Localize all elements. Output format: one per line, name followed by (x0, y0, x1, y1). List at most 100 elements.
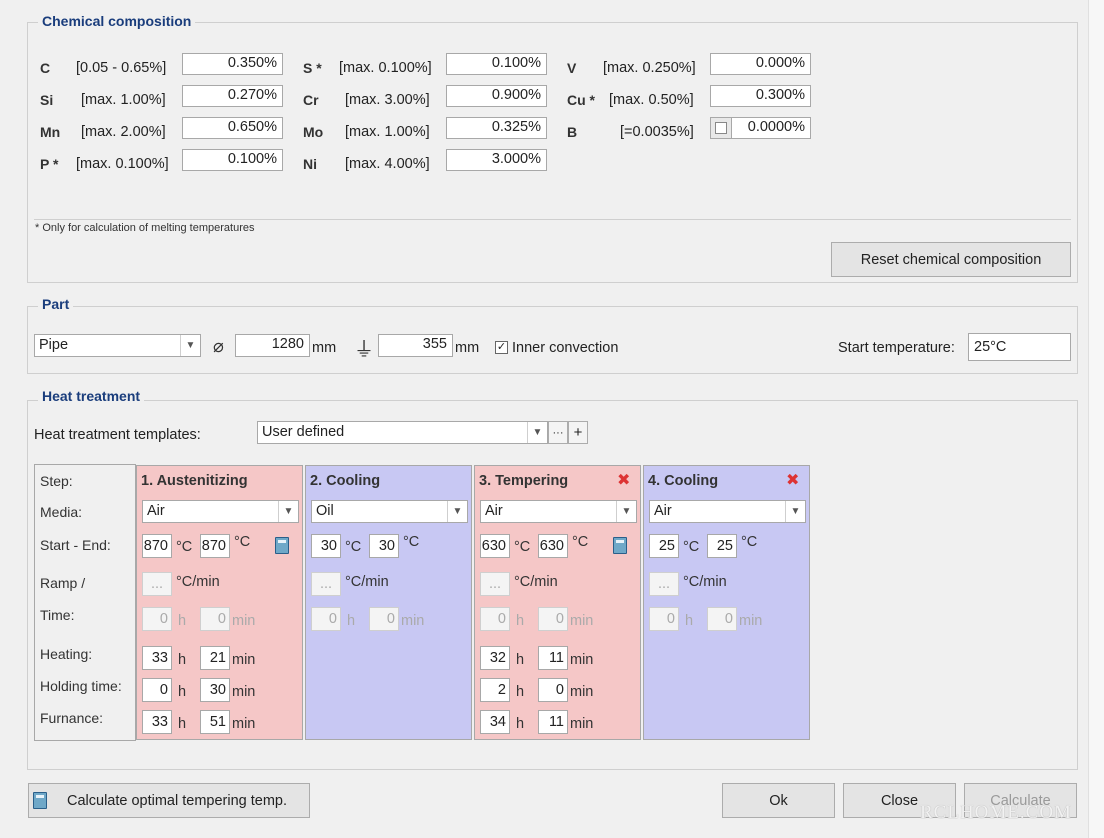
calculate-optimal-tempering-label: Calculate optimal tempering temp. (67, 792, 288, 809)
delete-step-icon[interactable]: ✖ (786, 473, 799, 489)
element-value-input[interactable]: 0.650% (182, 117, 283, 139)
element-value-input[interactable]: 3.000% (446, 149, 547, 171)
checkmark-icon: ✓ (496, 341, 507, 353)
step-holding-min-input[interactable]: 0 (538, 678, 568, 702)
diameter-input[interactable]: 1280 (235, 334, 310, 357)
element-value-input[interactable]: 0.000% (710, 53, 811, 75)
step-furnance-h: 34 (480, 710, 510, 734)
step-time-h-input[interactable]: 0 (142, 607, 172, 631)
templates-value: User defined (262, 424, 345, 440)
reset-chemical-composition-button[interactable]: Reset chemical composition (831, 242, 1071, 277)
step-furnance-h-unit: h (516, 716, 525, 732)
step-time-h-unit: h (347, 613, 356, 629)
step-start-unit: °C (345, 539, 362, 555)
heat-treatment-title: Heat treatment (38, 388, 145, 404)
start-temperature-input[interactable]: 25°C (968, 333, 1071, 361)
footnote: * Only for calculation of melting temper… (35, 222, 255, 234)
template-add-button[interactable]: + (568, 421, 588, 444)
element-value-input[interactable]: 0.900% (446, 85, 547, 107)
step-time-h-input[interactable]: 0 (480, 607, 510, 631)
step-panel-cooling-1: 2. Cooling Oil ▼ 30 °C 30 °C ... °C/min … (305, 465, 472, 740)
step-start-temp-input[interactable]: 30 (311, 534, 341, 558)
step-start-temp-input[interactable]: 630 (480, 534, 510, 558)
element-value-input[interactable]: 0.0000% (731, 117, 811, 139)
step-ramp-button[interactable]: ... (311, 572, 341, 596)
chevron-down-icon: ▼ (447, 501, 467, 522)
inner-convection-checkbox[interactable]: ✓ (495, 341, 508, 354)
step-media-value: Air (147, 503, 165, 519)
step-time-h-input[interactable]: 0 (649, 607, 679, 631)
element-range: [max. 0.250%] (603, 60, 696, 76)
step-end-temp-input[interactable]: 870 (200, 534, 230, 558)
inner-convection-label[interactable]: Inner convection (512, 340, 618, 356)
step-heating-min: 21 (200, 646, 230, 670)
checkbox-square-icon (715, 122, 727, 134)
step-ramp-button[interactable]: ... (649, 572, 679, 596)
step-holding-min-unit: min (232, 684, 256, 700)
step-end-temp-input[interactable]: 25 (707, 534, 737, 558)
step-time-h-unit: h (178, 613, 187, 629)
templates-select[interactable]: User defined ▼ (257, 421, 548, 444)
step-start-unit: °C (514, 539, 531, 555)
chevron-down-icon: ▼ (527, 422, 547, 443)
step-title: 2. Cooling (310, 473, 381, 489)
step-start-unit: °C (683, 539, 700, 555)
wall-thickness-icon: ⏚ (354, 339, 374, 361)
boron-checkbox[interactable] (710, 117, 732, 139)
element-range: [max. 4.00%] (345, 156, 430, 172)
step-furnance-min-unit: min (232, 716, 256, 732)
chemical-composition-title: Chemical composition (38, 13, 196, 29)
step-holding-min-input[interactable]: 30 (200, 678, 230, 702)
step-heating-h-unit: h (178, 652, 187, 668)
element-value-input[interactable]: 0.100% (182, 149, 283, 171)
step-media-select[interactable]: Air ▼ (480, 500, 637, 523)
step-time-min-input[interactable]: 0 (369, 607, 399, 631)
step-start-temp-input[interactable]: 25 (649, 534, 679, 558)
step-ramp-button[interactable]: ... (142, 572, 172, 596)
step-furnance-h: 33 (142, 710, 172, 734)
step-time-min-input[interactable]: 0 (707, 607, 737, 631)
scrollbar[interactable] (1088, 0, 1104, 838)
step-media-select[interactable]: Air ▼ (649, 500, 806, 523)
step-media-select[interactable]: Air ▼ (142, 500, 299, 523)
diameter-unit: mm (312, 340, 337, 356)
row-label-media: Media: (40, 504, 83, 520)
step-end-unit: °C (403, 534, 420, 550)
step-end-temp-input[interactable]: 30 (369, 534, 399, 558)
step-end-temp-input[interactable]: 630 (538, 534, 568, 558)
calculator-icon[interactable] (613, 537, 627, 554)
calculate-optimal-tempering-button[interactable]: Calculate optimal tempering temp. (28, 783, 310, 818)
step-heating-min: 11 (538, 646, 568, 670)
step-furnance-min: 51 (200, 710, 230, 734)
step-start-temp-input[interactable]: 870 (142, 534, 172, 558)
step-time-h-unit: h (685, 613, 694, 629)
row-label-furnance: Furnance: (40, 710, 104, 726)
step-time-h-input[interactable]: 0 (311, 607, 341, 631)
element-value-input[interactable]: 0.300% (710, 85, 811, 107)
step-holding-h-input[interactable]: 0 (142, 678, 172, 702)
template-more-button[interactable]: ··· (548, 421, 568, 444)
element-value-input[interactable]: 0.270% (182, 85, 283, 107)
wall-thickness-input[interactable]: 355 (378, 334, 453, 357)
step-panel-tempering: 3. Tempering ✖ Air ▼ 630 °C 630 °C ... °… (474, 465, 641, 740)
ok-button[interactable]: Ok (722, 783, 835, 818)
element-value-input[interactable]: 0.350% (182, 53, 283, 75)
part-shape-select[interactable]: Pipe ▼ (34, 334, 201, 357)
calculator-icon[interactable] (275, 537, 289, 554)
element-range: [max. 1.00%] (345, 124, 430, 140)
step-ramp-unit: °C/min (345, 574, 389, 590)
element-range: [max. 1.00%] (81, 92, 166, 108)
templates-label: Heat treatment templates: (34, 427, 201, 443)
delete-step-icon[interactable]: ✖ (617, 473, 630, 489)
step-media-value: Air (485, 503, 503, 519)
element-range: [max. 0.50%] (609, 92, 694, 108)
step-time-min-input[interactable]: 0 (538, 607, 568, 631)
element-value-input[interactable]: 0.325% (446, 117, 547, 139)
step-time-h-unit: h (516, 613, 525, 629)
step-ramp-button[interactable]: ... (480, 572, 510, 596)
divider (34, 219, 1071, 220)
step-media-select[interactable]: Oil ▼ (311, 500, 468, 523)
step-time-min-input[interactable]: 0 (200, 607, 230, 631)
step-holding-h-input[interactable]: 2 (480, 678, 510, 702)
element-value-input[interactable]: 0.100% (446, 53, 547, 75)
